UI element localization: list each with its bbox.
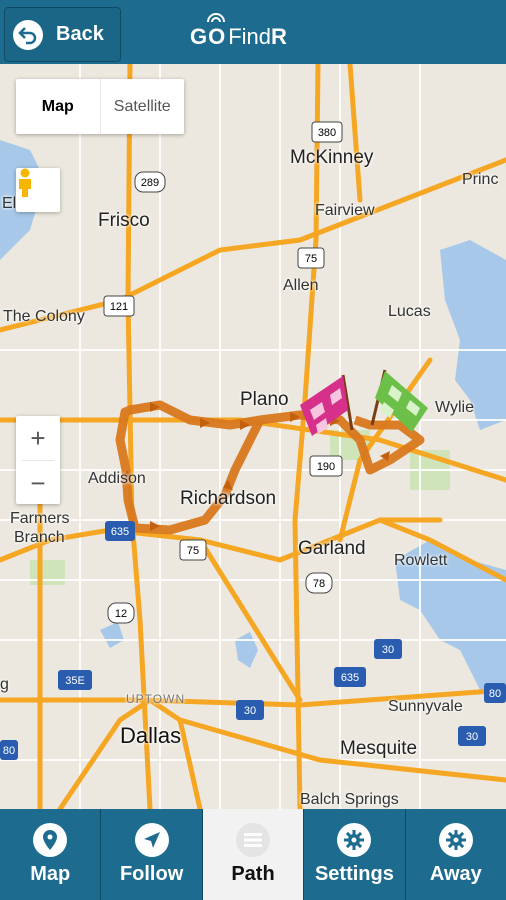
zoom-out-button[interactable]: − <box>16 461 60 505</box>
svg-text:12: 12 <box>115 608 127 620</box>
shield-121: 121 <box>103 295 135 317</box>
back-arrow-icon <box>13 19 43 50</box>
label-dallas: Dallas <box>120 723 182 748</box>
tab-map-label: Map <box>30 863 71 885</box>
map-type-control: Map Satellite <box>16 79 184 134</box>
label-allen: Allen <box>283 277 319 294</box>
label-rowlett: Rowlett <box>394 552 448 569</box>
tab-settings-label: Settings <box>314 863 394 885</box>
svg-text:75: 75 <box>187 545 199 557</box>
svg-text:289: 289 <box>141 177 159 189</box>
label-princeton: Princ <box>462 171 499 188</box>
logo-find: Find <box>228 24 272 49</box>
map-view[interactable]: 380 289 75 121 190 635 75 78 12 30 35E 6… <box>0 64 506 809</box>
logo-go: GO <box>190 24 227 49</box>
tab-away[interactable]: Away <box>404 809 506 900</box>
shield-289: 289 <box>134 171 166 193</box>
shield-78: 78 <box>305 572 333 594</box>
shield-635a: 635 <box>105 521 135 541</box>
label-uptown: UPTOWN <box>126 692 186 706</box>
street-view-button[interactable] <box>16 168 60 212</box>
signal-waves-icon <box>207 13 225 23</box>
shield-75b: 75 <box>179 539 207 561</box>
label-richardson: Richardson <box>180 488 277 509</box>
back-label: Back <box>56 23 104 45</box>
svg-text:30: 30 <box>382 644 394 656</box>
label-mckinney: McKinney <box>290 147 374 168</box>
zoom-in-button[interactable]: + <box>16 416 60 460</box>
label-sunnyvale: Sunnyvale <box>388 698 463 715</box>
shield-30a: 30 <box>374 639 402 659</box>
svg-text:380: 380 <box>318 127 336 139</box>
shield-80a: 80 <box>0 740 18 760</box>
tab-map[interactable]: Map <box>0 809 100 900</box>
pegman-icon <box>19 168 31 197</box>
shield-30c: 30 <box>458 726 486 746</box>
tab-path[interactable]: Path <box>201 809 304 900</box>
white-rock-lake <box>235 632 258 668</box>
tab-follow[interactable]: Follow <box>100 809 201 900</box>
svg-text:635: 635 <box>111 526 129 538</box>
svg-text:30: 30 <box>244 705 256 717</box>
gear-icon <box>337 823 372 857</box>
label-wylie: Wylie <box>435 399 474 416</box>
top-bar: Back GO Find R <box>0 0 506 64</box>
label-mesquite: Mesquite <box>340 738 418 759</box>
svg-text:30: 30 <box>466 731 478 743</box>
svg-text:78: 78 <box>313 578 325 590</box>
svg-text:190: 190 <box>317 461 335 473</box>
map-type-satellite[interactable]: Satellite <box>101 79 185 134</box>
label-addison: Addison <box>88 470 146 487</box>
shield-635b: 635 <box>334 667 366 687</box>
label-edge-g: g <box>0 676 9 693</box>
gear-icon <box>438 823 473 857</box>
shield-380: 380 <box>311 121 343 143</box>
svg-text:35E: 35E <box>65 675 85 687</box>
label-farmers: Farmers <box>10 510 70 527</box>
label-frisco: Frisco <box>98 210 150 231</box>
tab-away-label: Away <box>429 863 482 885</box>
label-fairview: Fairview <box>315 202 375 219</box>
svg-text:121: 121 <box>110 301 128 313</box>
back-button[interactable]: Back <box>4 7 121 62</box>
label-the-colony: The Colony <box>3 308 85 325</box>
map-type-map[interactable]: Map <box>16 79 100 134</box>
navigation-arrow-icon <box>134 823 169 857</box>
tab-settings[interactable]: Settings <box>303 809 404 900</box>
shield-35e: 35E <box>58 670 92 690</box>
shield-80b: 80 <box>484 683 506 703</box>
label-balch-springs: Balch Springs <box>300 791 399 808</box>
svg-text:635: 635 <box>341 672 359 684</box>
label-garland: Garland <box>298 538 366 559</box>
zoom-control: + − <box>16 416 60 504</box>
label-branch: Branch <box>14 529 65 546</box>
app-logo: GO Find R <box>190 13 287 50</box>
tab-follow-label: Follow <box>119 863 184 885</box>
shield-190: 190 <box>309 455 343 477</box>
svg-text:75: 75 <box>305 253 317 265</box>
tab-path-label: Path <box>231 863 275 885</box>
svg-text:80: 80 <box>489 688 501 700</box>
shield-12: 12 <box>107 602 135 624</box>
park-area <box>30 560 65 585</box>
map-pin-icon <box>33 823 68 857</box>
path-lines-icon <box>236 823 271 857</box>
label-plano: Plano <box>240 389 289 410</box>
shield-30b: 30 <box>236 700 264 720</box>
label-lucas: Lucas <box>388 303 431 320</box>
svg-text:80: 80 <box>3 745 15 757</box>
bottom-nav: Map Follow Path Settings Away <box>0 809 506 900</box>
logo-r: R <box>271 24 287 49</box>
shield-75: 75 <box>297 247 325 269</box>
bachman-lake <box>100 622 124 648</box>
label-edge-el: El <box>2 195 17 212</box>
